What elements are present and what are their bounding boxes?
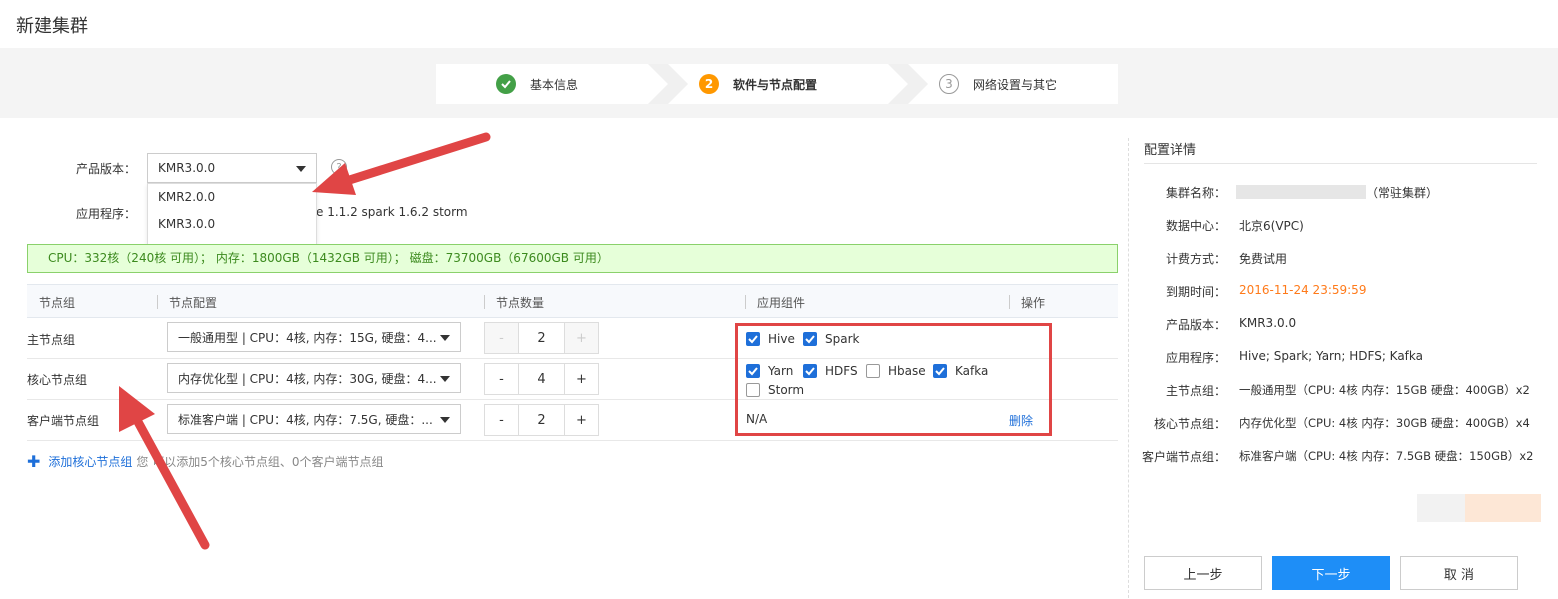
increment-button[interactable]: +: [565, 405, 598, 435]
detail-label: 到期时间：: [1165, 285, 1226, 299]
cluster-type-value: （常驻集群）: [1366, 186, 1439, 200]
product-version-label: 产品版本：: [76, 162, 137, 176]
plus-icon[interactable]: ✚: [27, 452, 40, 471]
dropdown-option-kmr2[interactable]: KMR2.0.0: [148, 184, 316, 211]
node-count-stepper[interactable]: - 2 +: [484, 404, 599, 436]
detail-value: 一般通用型（CPU: 4核 内存：15GB 硬盘：400GB）x2: [1239, 383, 1530, 397]
next-button[interactable]: 下一步: [1272, 556, 1390, 590]
step-number: 2: [699, 74, 719, 94]
expire-time-value: 2016-11-24 23:59:59: [1239, 283, 1367, 297]
divider: [745, 295, 746, 309]
caret-down-icon: [440, 417, 450, 423]
prev-button[interactable]: 上一步: [1144, 556, 1262, 590]
th-node-config: 节点配置: [169, 296, 218, 310]
th-node-group: 节点组: [39, 296, 76, 310]
annotation-box: [735, 323, 1052, 436]
panel-divider: [1128, 138, 1129, 598]
page-title: 新建集群: [16, 16, 88, 37]
node-config-value: 一般通用型 | CPU：4核, 内存：15G, 硬盘：4...: [178, 330, 437, 345]
node-count-stepper[interactable]: - 4 +: [484, 363, 599, 395]
detail-value: 免费试用: [1239, 252, 1288, 266]
step-label: 网络设置与其它: [973, 77, 1058, 92]
detail-label: 集群名称：: [1165, 186, 1226, 200]
details-title: 配置详情: [1144, 143, 1197, 158]
th-components: 应用组件: [757, 296, 806, 310]
step-basic-info: 基本信息: [496, 64, 578, 104]
step-wizard: 基本信息 2 软件与节点配置 3 网络设置与其它: [436, 64, 1118, 104]
node-count-input[interactable]: 2: [518, 323, 565, 353]
th-node-count: 节点数量: [496, 296, 545, 310]
detail-label: 主节点组：: [1165, 384, 1226, 398]
detail-label: 核心节点组：: [1153, 417, 1226, 431]
detail-label: 计费方式：: [1165, 252, 1226, 266]
cancel-button[interactable]: 取 消: [1400, 556, 1518, 590]
version-dropdown-menu: KMR2.0.0 KMR3.0.0: [147, 183, 317, 247]
node-group-name: 主节点组: [27, 333, 76, 347]
detail-value: 标准客户端（CPU: 4核 内存：7.5GB 硬盘：150GB）x2: [1239, 449, 1534, 463]
product-version-value: KMR3.0.0: [158, 161, 216, 175]
detail-label: 应用程序：: [1165, 351, 1226, 365]
dropdown-option-kmr3[interactable]: KMR3.0.0: [148, 211, 316, 238]
apps-value: e 1.1.2 spark 1.6.2 storm: [316, 205, 468, 219]
detail-value: 内存优化型（CPU: 4核 内存：30GB 硬盘：400GB）x4: [1239, 416, 1530, 430]
table-header: 节点组 节点配置 节点数量 应用组件 操作: [27, 284, 1118, 318]
divider: [1144, 163, 1537, 164]
apps-label: 应用程序：: [76, 207, 137, 221]
divider: [484, 295, 485, 309]
node-count-input[interactable]: 2: [518, 405, 565, 435]
divider: [1009, 295, 1010, 309]
decrement-button[interactable]: -: [485, 364, 518, 394]
step-label: 软件与节点配置: [733, 77, 818, 92]
decrement-button[interactable]: -: [485, 323, 518, 353]
detail-label: 数据中心：: [1165, 219, 1226, 233]
detail-value: Hive; Spark; Yarn; HDFS; Kafka: [1239, 349, 1424, 363]
redacted-block: [1417, 494, 1465, 522]
divider: [157, 295, 158, 309]
th-actions: 操作: [1021, 296, 1046, 310]
step-software-node-config: 2 软件与节点配置: [699, 64, 817, 104]
detail-value: KMR3.0.0: [1239, 316, 1297, 330]
detail-value: 北京6(VPC): [1239, 219, 1304, 233]
node-count-stepper[interactable]: - 2 +: [484, 322, 599, 354]
increment-button[interactable]: +: [565, 323, 598, 353]
step-number: 3: [939, 74, 959, 94]
annotation-arrow: [312, 132, 491, 195]
node-group-name: 核心节点组: [27, 373, 88, 387]
decrement-button[interactable]: -: [485, 405, 518, 435]
annotation-arrow: [119, 386, 210, 550]
node-config-select[interactable]: 一般通用型 | CPU：4核, 内存：15G, 硬盘：4...: [167, 322, 461, 352]
step-network-settings: 3 网络设置与其它: [939, 64, 1057, 104]
product-version-select[interactable]: KMR3.0.0: [147, 153, 317, 183]
node-group-name: 客户端节点组: [27, 414, 100, 428]
caret-down-icon: [440, 376, 450, 382]
increment-button[interactable]: +: [565, 364, 598, 394]
check-icon: [496, 74, 516, 94]
detail-label: 客户端节点组：: [1141, 450, 1226, 464]
node-count-input[interactable]: 4: [518, 364, 565, 394]
step-label: 基本信息: [530, 77, 579, 92]
redacted-cluster-name: [1236, 185, 1366, 199]
redacted-block: [1465, 494, 1541, 522]
chevron-right-icon: [888, 64, 928, 104]
detail-label: 产品版本：: [1165, 318, 1226, 332]
caret-down-icon: [440, 335, 450, 341]
chevron-right-icon: [648, 64, 688, 104]
resource-summary-bar: CPU：332核（240核 可用）； 内存：1800GB（1432GB 可用）；…: [27, 244, 1118, 273]
